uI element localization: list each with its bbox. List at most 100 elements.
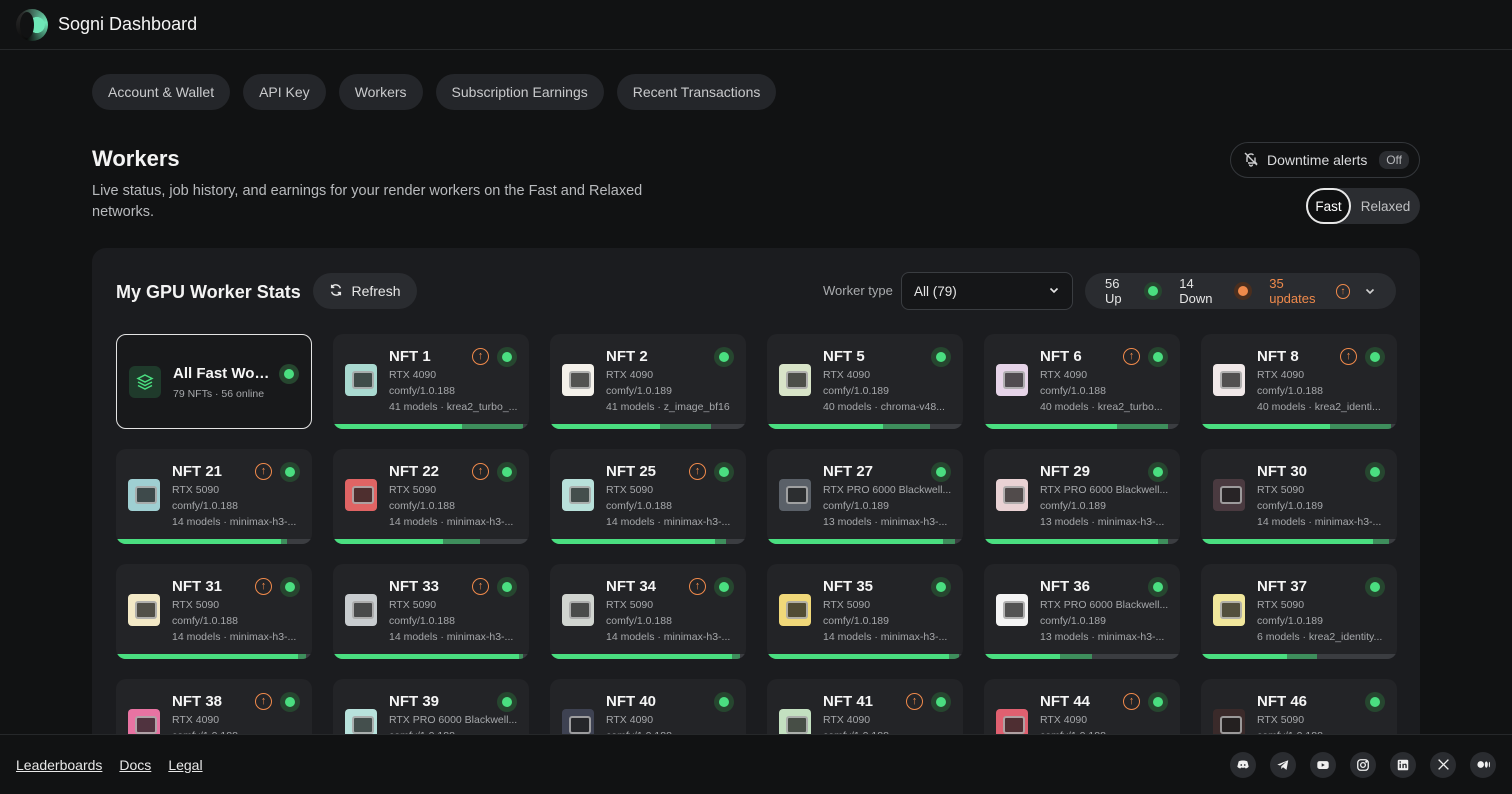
worker-card-nft-31[interactable]: NFT 31 RTX 5090 comfy/1.0.188 14 models · m… [116, 564, 312, 659]
worker-card-nft-5[interactable]: NFT 5 RTX 4090 comfy/1.0.189 40 models · ch… [767, 334, 963, 429]
worker-models: 14 models · minimax-h3-... [606, 631, 731, 643]
update-available-icon[interactable]: ↑ [472, 578, 489, 595]
worker-name: NFT 31 [172, 578, 223, 595]
refresh-icon [329, 283, 343, 300]
network-switch: Fast Relaxed [1306, 188, 1420, 224]
worker-version: comfy/1.0.189 [823, 385, 889, 397]
update-available-icon[interactable]: ↑ [255, 693, 272, 710]
downtime-alerts-toggle[interactable]: Downtime alerts Off [1230, 142, 1420, 178]
worker-uptime-bar [116, 539, 312, 544]
worker-card-nft-27[interactable]: NFT 27 RTX PRO 6000 Blackwell... comfy/1.0… [767, 449, 963, 544]
worker-card-nft-2[interactable]: NFT 2 RTX 4090 comfy/1.0.189 41 models · z_… [550, 334, 746, 429]
worker-uptime-bar [333, 654, 529, 659]
worker-gpu: RTX 4090 [1040, 714, 1088, 726]
worker-uptime-bar [767, 539, 963, 544]
worker-card-nft-33[interactable]: NFT 33 RTX 5090 comfy/1.0.188 14 models · m… [333, 564, 529, 659]
worker-version: comfy/1.0.189 [823, 615, 889, 627]
worker-avatar [1213, 364, 1245, 396]
sogni-logo[interactable] [16, 8, 48, 41]
downtime-alerts-state: Off [1379, 151, 1409, 169]
tab-subscription-earnings[interactable]: Subscription Earnings [435, 74, 604, 110]
tab-recent-transactions[interactable]: Recent Transactions [616, 74, 777, 110]
worker-version: comfy/1.0.188 [389, 500, 455, 512]
refresh-button[interactable]: Refresh [313, 273, 417, 309]
worker-uptime-bar [550, 424, 746, 429]
all-workers-meta: 79 NFTs · 56 online [173, 388, 265, 400]
network-fast-button[interactable]: Fast [1306, 188, 1351, 224]
tab-account-wallet[interactable]: Account & Wallet [92, 74, 231, 110]
worker-gpu: RTX 4090 [172, 714, 220, 726]
all-workers-card[interactable]: All Fast Workers 79 NFTs · 56 online [116, 334, 312, 429]
youtube-icon[interactable] [1310, 751, 1336, 778]
update-available-icon[interactable]: ↑ [255, 463, 272, 480]
medium-icon[interactable] [1470, 751, 1496, 778]
worker-card-nft-6[interactable]: NFT 6 RTX 4090 comfy/1.0.188 40 models · kr… [984, 334, 1180, 429]
worker-avatar [345, 594, 377, 626]
worker-card-nft-34[interactable]: NFT 34 RTX 5090 comfy/1.0.188 14 models · m… [550, 564, 746, 659]
network-relaxed-button[interactable]: Relaxed [1351, 199, 1420, 214]
worker-type-label: Worker type [823, 283, 893, 298]
telegram-icon[interactable] [1270, 751, 1296, 778]
worker-type-select[interactable]: All (79) [901, 272, 1073, 310]
app-title: Sogni Dashboard [58, 14, 198, 34]
update-available-icon[interactable]: ↑ [472, 463, 489, 480]
update-available-icon[interactable]: ↑ [472, 348, 489, 365]
worker-avatar [128, 479, 160, 511]
update-available-icon[interactable]: ↑ [1123, 348, 1140, 365]
top-bar: Sogni Dashboard [0, 0, 1512, 50]
worker-card-nft-36[interactable]: NFT 36 RTX PRO 6000 Blackwell... comfy/1.0… [984, 564, 1180, 659]
worker-card-nft-8[interactable]: NFT 8 RTX 4090 comfy/1.0.188 40 models · kr… [1201, 334, 1397, 429]
update-available-icon[interactable]: ↑ [689, 578, 706, 595]
worker-name: NFT 44 [1040, 693, 1091, 710]
worker-version: comfy/1.0.188 [1257, 385, 1323, 397]
worker-name: NFT 1 [389, 348, 431, 365]
worker-models: 14 models · minimax-h3-... [389, 516, 514, 528]
x-icon[interactable] [1430, 751, 1456, 778]
worker-card-nft-22[interactable]: NFT 22 RTX 5090 comfy/1.0.188 14 models · m… [333, 449, 529, 544]
footer-link-docs[interactable]: Docs [119, 757, 151, 773]
worker-card-nft-21[interactable]: NFT 21 RTX 5090 comfy/1.0.188 14 models · m… [116, 449, 312, 544]
worker-gpu: RTX 5090 [606, 484, 654, 496]
worker-card-nft-35[interactable]: NFT 35 RTX 5090 comfy/1.0.189 14 models · m… [767, 564, 963, 659]
chevron-down-icon [1364, 285, 1376, 297]
footer-link-legal[interactable]: Legal [168, 757, 202, 773]
tab-api-key[interactable]: API Key [243, 74, 326, 110]
instagram-icon[interactable] [1350, 751, 1376, 778]
footer-link-leaderboards[interactable]: Leaderboards [16, 757, 102, 773]
update-available-icon[interactable]: ↑ [906, 693, 923, 710]
worker-gpu: RTX 5090 [1257, 484, 1305, 496]
worker-card-nft-29[interactable]: NFT 29 RTX PRO 6000 Blackwell... comfy/1.0… [984, 449, 1180, 544]
tab-workers[interactable]: Workers [338, 74, 423, 110]
worker-stats-panel: My GPU Worker Stats Refresh Worker type … [92, 248, 1420, 768]
update-available-icon[interactable]: ↑ [255, 578, 272, 595]
update-available-icon[interactable]: ↑ [1123, 693, 1140, 710]
linkedin-icon[interactable] [1390, 751, 1416, 778]
discord-icon[interactable] [1230, 751, 1256, 778]
bell-off-icon [1243, 151, 1259, 170]
online-status-icon [1365, 692, 1385, 712]
worker-avatar [562, 594, 594, 626]
update-available-icon[interactable]: ↑ [1340, 348, 1357, 365]
worker-version: comfy/1.0.188 [172, 615, 238, 627]
worker-version: comfy/1.0.189 [823, 500, 889, 512]
worker-gpu: RTX 4090 [1257, 369, 1305, 381]
worker-status-summary[interactable]: 56 Up 14 Down 35 updates ↑ [1085, 273, 1396, 309]
online-status-icon [1148, 692, 1168, 712]
worker-uptime-bar [333, 539, 529, 544]
update-arrow-icon: ↑ [1335, 283, 1350, 299]
worker-card-nft-25[interactable]: NFT 25 RTX 5090 comfy/1.0.188 14 models · m… [550, 449, 746, 544]
worker-card-nft-37[interactable]: NFT 37 RTX 5090 comfy/1.0.189 6 models · kr… [1201, 564, 1397, 659]
online-status-icon [714, 347, 734, 367]
worker-card-nft-1[interactable]: NFT 1 RTX 4090 comfy/1.0.188 41 models · kr… [333, 334, 529, 429]
down-count: 14 Down [1179, 276, 1213, 306]
worker-card-nft-30[interactable]: NFT 30 RTX 5090 comfy/1.0.189 14 models · m… [1201, 449, 1397, 544]
online-status-icon [497, 692, 517, 712]
worker-name: NFT 37 [1257, 578, 1308, 595]
update-available-icon[interactable]: ↑ [689, 463, 706, 480]
worker-models: 14 models · minimax-h3-... [606, 516, 731, 528]
worker-gpu: RTX 4090 [823, 714, 871, 726]
worker-gpu: RTX 4090 [606, 714, 654, 726]
online-status-icon [1143, 282, 1162, 300]
worker-name: NFT 46 [1257, 693, 1308, 710]
worker-version: comfy/1.0.189 [1040, 615, 1106, 627]
